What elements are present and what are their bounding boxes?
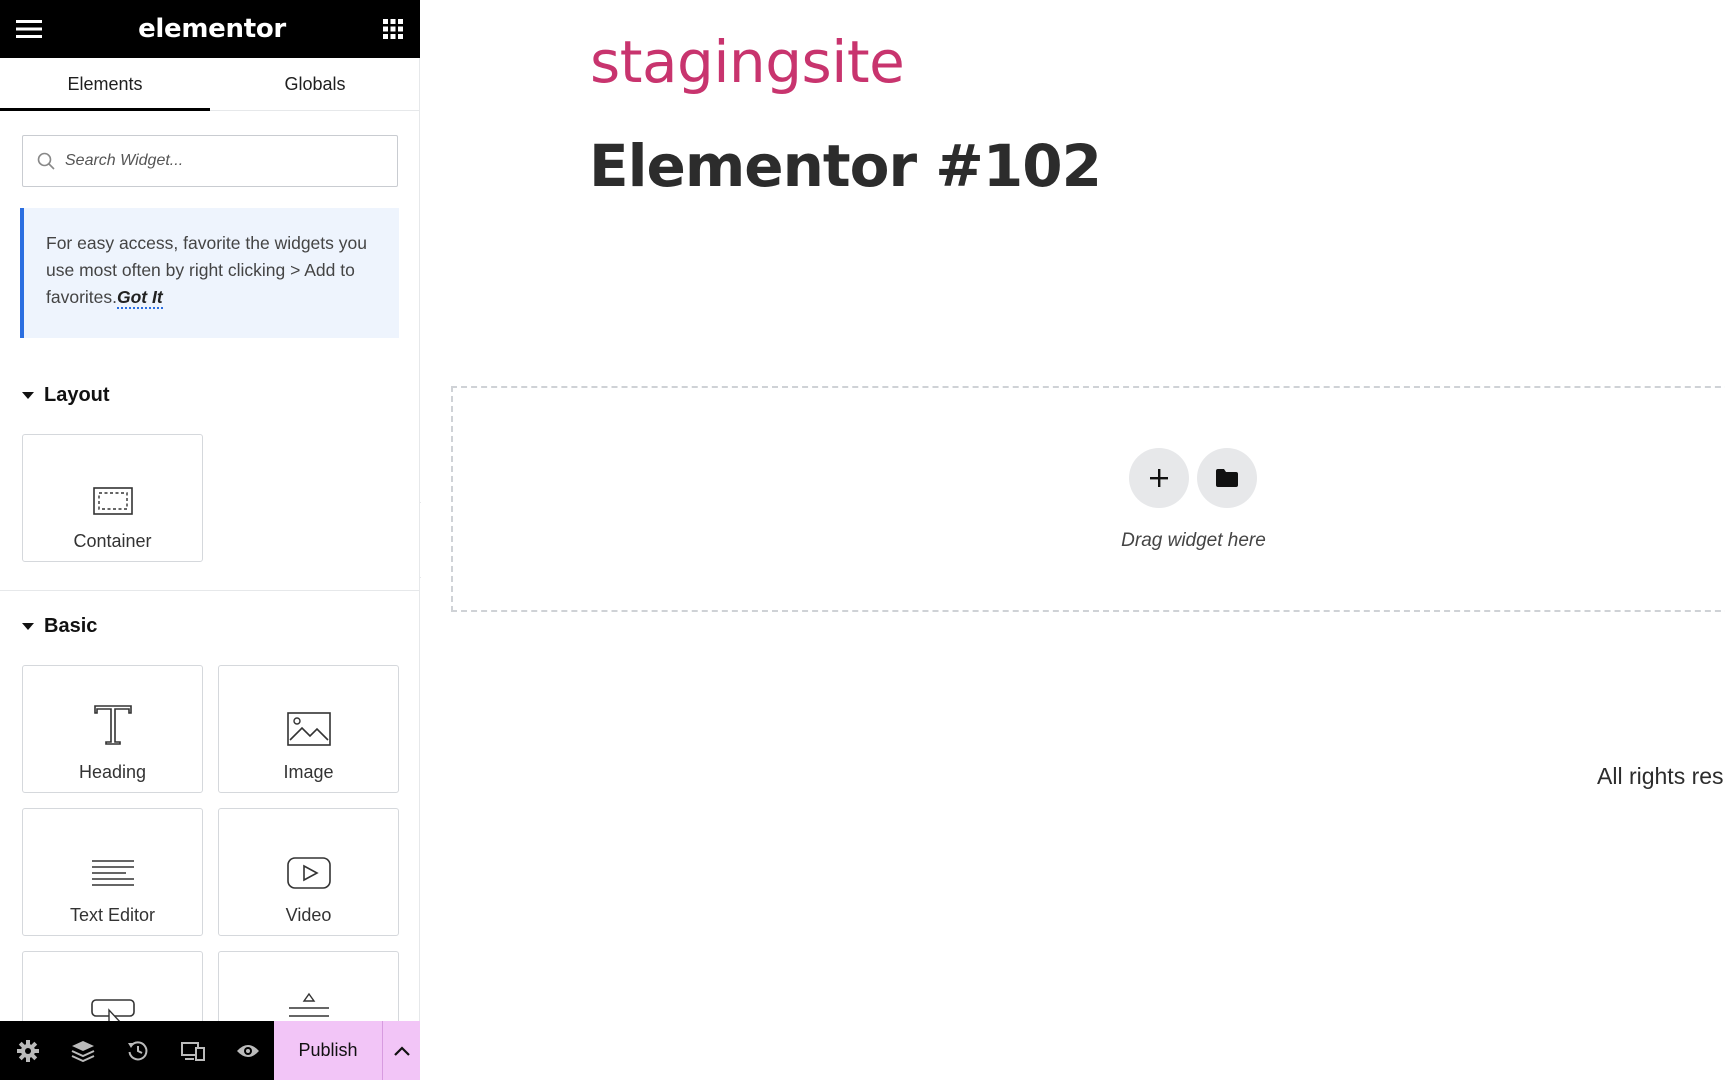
chevron-up-icon [393,1045,410,1056]
responsive-mode-button[interactable] [165,1021,220,1080]
widget-label: Image [283,762,334,782]
widget-video[interactable]: Video [218,808,399,936]
section-divider [0,590,420,591]
widget-text-editor[interactable]: Text Editor [22,808,203,936]
widget-label: Heading [78,762,147,782]
tab-elements[interactable]: Elements [0,58,210,111]
divider-icon [288,970,330,1021]
search-icon [37,152,55,170]
widget-label: Container [73,531,152,551]
section-basic-toggle[interactable]: Basic [22,615,97,638]
empty-section-dropzone[interactable]: Drag widget here [451,386,1725,612]
add-template-button[interactable] [1197,448,1257,508]
search-input[interactable] [65,152,365,170]
panel-header: elementor [0,0,420,58]
preview-canvas: stagingsite Elementor #102 Drag widget h… [421,0,1725,1080]
history-icon [127,1040,147,1060]
favorites-notice: For easy access, favorite the widgets yo… [20,208,399,338]
menu-button[interactable] [16,19,42,39]
panel-content[interactable]: For easy access, favorite the widgets yo… [0,111,420,1021]
caret-down-icon [22,392,34,399]
panel-tabs: Elements Globals [0,58,420,111]
container-icon [92,453,133,515]
layers-icon [71,1040,94,1062]
folder-icon [1216,469,1238,487]
notice-text: For easy access, favorite the widgets yo… [46,233,367,307]
settings-button[interactable] [0,1021,55,1080]
dropzone-text: Drag widget here [1121,530,1266,551]
elements-panel: elementor Elements Globals Search Widget… [0,0,420,1080]
navigator-button[interactable] [55,1021,110,1080]
widget-image[interactable]: Image [218,665,399,793]
button-icon [90,970,135,1021]
widget-divider[interactable] [218,951,399,1021]
publish-button[interactable]: Publish [274,1021,382,1080]
grid-icon [383,19,403,39]
got-it-link[interactable]: Got It [117,287,163,309]
publish-options-button[interactable] [382,1021,420,1080]
widget-heading[interactable]: Heading [22,665,203,793]
site-title[interactable]: stagingsite [590,28,905,96]
video-icon [286,827,331,889]
plus-icon [1150,469,1168,487]
text-editor-icon [91,827,135,889]
caret-down-icon [22,623,34,630]
apps-grid-button[interactable] [382,18,404,40]
section-layout-toggle[interactable]: Layout [22,384,110,407]
widget-label: Video [285,905,332,925]
hamburger-icon [16,20,42,38]
settings-icon [16,1039,39,1062]
footer-copyright: All rights res [1597,763,1724,789]
section-basic-title: Basic [44,615,98,637]
widget-button[interactable] [22,951,203,1021]
tab-globals[interactable]: Globals [210,58,420,110]
elementor-editor: elementor Elements Globals Search Widget… [0,0,1725,1080]
responsive-icon [180,1041,205,1061]
image-icon [286,684,331,746]
elementor-logo: elementor [138,14,286,44]
section-layout-title: Layout [44,384,110,406]
panel-footer: Publish [0,1021,420,1080]
widget-container[interactable]: Container [22,434,203,562]
preview-icon [236,1044,259,1057]
page-title: Elementor #102 [589,132,1102,200]
history-button[interactable] [110,1021,165,1080]
preview-button[interactable] [220,1021,275,1080]
add-section-button[interactable] [1129,448,1189,508]
search-box [22,135,398,187]
heading-icon [93,684,133,746]
widget-label: Text Editor [69,905,156,925]
